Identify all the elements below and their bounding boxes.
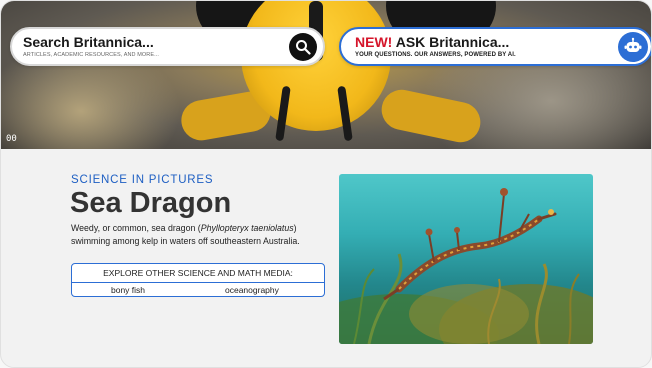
search-bar[interactable]: Search Britannica... ARTICLES, ACADEMIC … bbox=[10, 27, 325, 66]
article-card: 00 Search Britannica... ARTICLES, ACADEM… bbox=[0, 0, 652, 368]
hero-image: 00 bbox=[1, 1, 651, 149]
explore-media-box: EXPLORE OTHER SCIENCE AND MATH MEDIA: bo… bbox=[71, 263, 325, 297]
search-title: Search Britannica... bbox=[23, 34, 154, 50]
explore-link-bony-fish[interactable]: bony fish bbox=[111, 284, 145, 297]
search-subtitle: ARTICLES, ACADEMIC RESOURCES, AND MORE..… bbox=[23, 52, 160, 58]
explore-heading: EXPLORE OTHER SCIENCE AND MATH MEDIA: bbox=[72, 264, 324, 283]
article-description: Weedy, or common, sea dragon (Phyllopter… bbox=[71, 222, 333, 247]
page-title: Sea Dragon bbox=[70, 187, 232, 219]
search-button[interactable] bbox=[289, 33, 317, 61]
section-eyebrow: SCIENCE IN PICTURES bbox=[71, 174, 214, 186]
ask-title: NEW! ASK Britannica... bbox=[355, 34, 509, 50]
explore-link-oceanography[interactable]: oceanography bbox=[225, 284, 279, 297]
scientific-name: Phyllopteryx taeniolatus bbox=[200, 223, 294, 233]
sea-dragon-illustration bbox=[339, 188, 593, 344]
robot-icon bbox=[624, 37, 642, 52]
sea-dragon-photo[interactable] bbox=[339, 174, 593, 344]
ask-title-text: ASK Britannica... bbox=[395, 34, 510, 50]
description-text: Weedy, or common, sea dragon ( bbox=[71, 223, 201, 233]
new-label: NEW! bbox=[355, 34, 393, 50]
ask-ai-button[interactable] bbox=[618, 32, 648, 62]
hero-badge: 00 bbox=[6, 134, 17, 144]
search-icon bbox=[296, 40, 311, 55]
ask-subtitle: YOUR QUESTIONS. OUR ANSWERS, POWERED BY … bbox=[355, 52, 516, 58]
ask-britannica-bar[interactable]: NEW! ASK Britannica... YOUR QUESTIONS. O… bbox=[339, 27, 651, 66]
